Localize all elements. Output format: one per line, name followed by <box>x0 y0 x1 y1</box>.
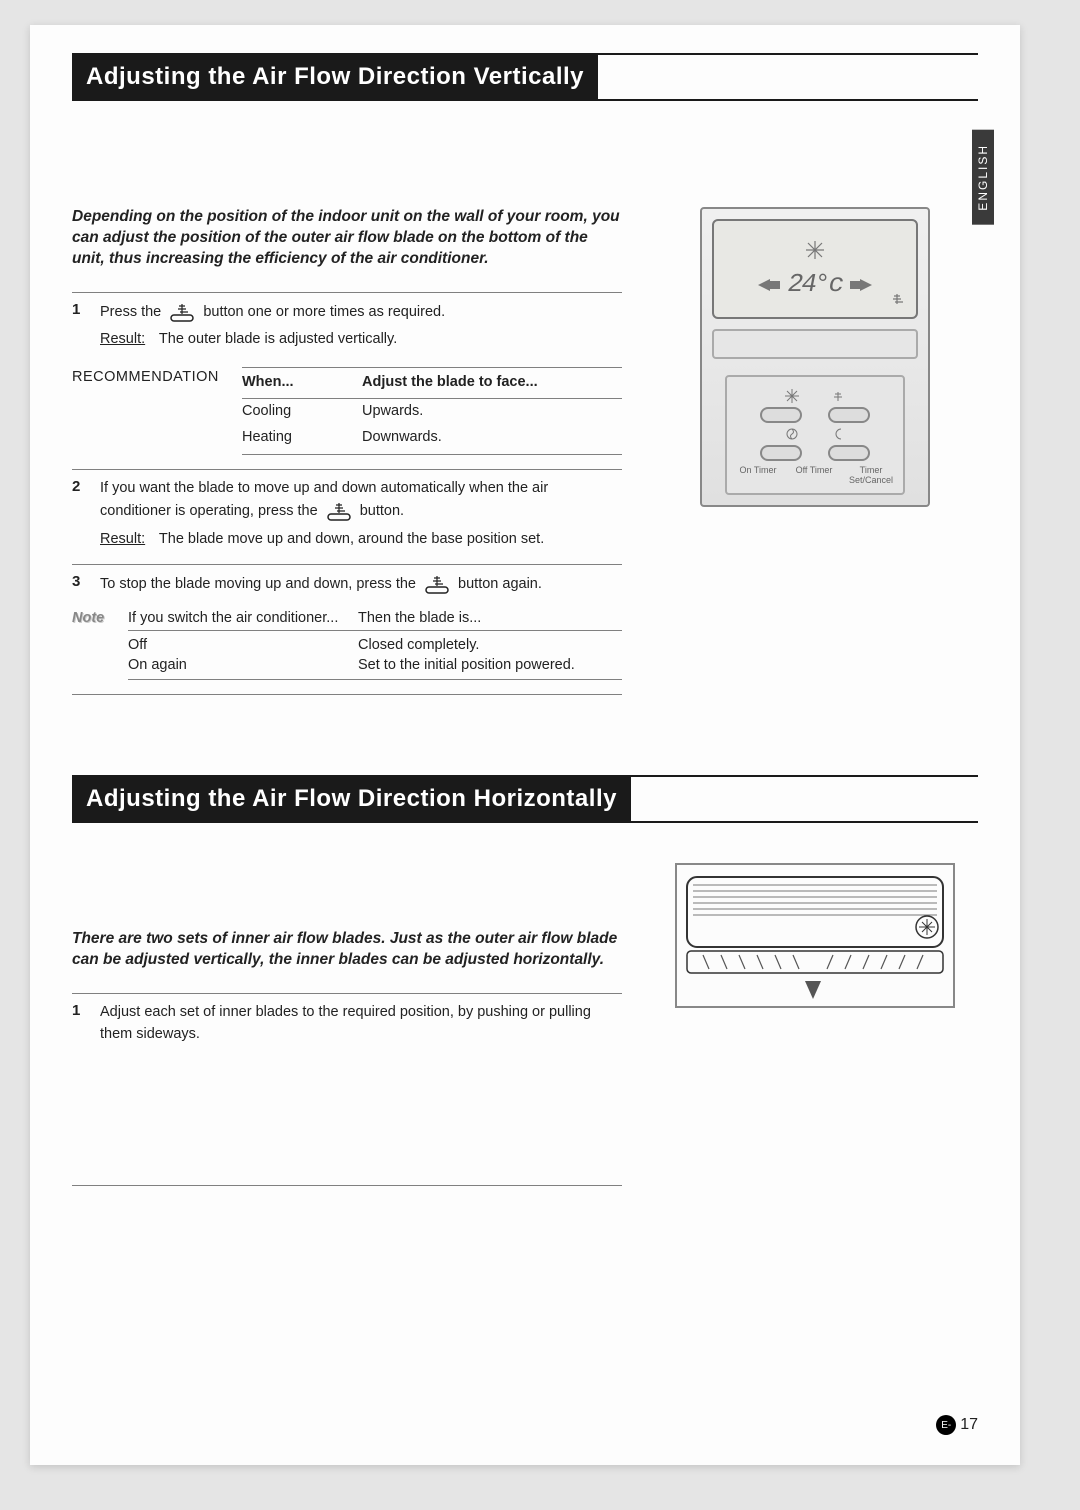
table-row: Off Closed completely. <box>128 635 622 655</box>
section1-intro: Depending on the position of the indoor … <box>72 207 622 270</box>
remote-lcd: 24°c <box>712 219 918 319</box>
step-2: 2 If you want the blade to move up and d… <box>72 469 622 564</box>
note-head-then: Then the blade is... <box>358 610 622 626</box>
note-if-1: On again <box>128 657 358 673</box>
recommendation-table: When... Adjust the blade to face... Cool… <box>242 367 622 455</box>
note-head-if: If you switch the air conditioner... <box>128 610 358 626</box>
note-then-1: Set to the initial position powered. <box>358 657 622 673</box>
step-1-result-text: The outer blade is adjusted vertically. <box>159 331 397 347</box>
step-1: 1 Press the button one or more times as … <box>72 292 622 470</box>
btn-label-0: On Timer <box>737 465 779 485</box>
step-1-text-b: button one or more times as required. <box>203 304 445 320</box>
snowflake-icon <box>805 240 825 265</box>
swing-icon <box>167 301 197 323</box>
remote-illustration: 24°c <box>700 207 930 507</box>
swing-icon <box>324 500 354 522</box>
note-label: Note <box>72 610 116 680</box>
section1-title-row: Adjusting the Air Flow Direction Vertica… <box>72 53 978 101</box>
unit-illustration <box>675 863 955 1008</box>
moon-icon <box>828 427 848 441</box>
table-row: On again Set to the initial position pow… <box>128 655 622 675</box>
arrow-left-icon <box>758 269 780 299</box>
note-table: If you switch the air conditioner... The… <box>128 610 622 680</box>
remote-btn-area-1 <box>712 329 918 359</box>
section1-title: Adjusting the Air Flow Direction Vertica… <box>72 55 598 99</box>
section2-title-row: Adjusting the Air Flow Direction Horizon… <box>72 775 978 823</box>
step-3-text-a: To stop the blade moving up and down, pr… <box>100 576 416 592</box>
section2-step-1: 1 Adjust each set of inner blades to the… <box>72 993 622 1187</box>
snowflake-icon <box>782 389 802 403</box>
s2-step-1-text: Adjust each set of inner blades to the r… <box>100 1004 591 1042</box>
rec-adjust-0: Upwards. <box>362 401 622 423</box>
btn-label-1: Off Timer <box>793 465 835 485</box>
swing-icon <box>422 573 452 595</box>
step-1-text-a: Press the <box>100 304 161 320</box>
swing-icon <box>828 390 848 402</box>
remote-btn <box>760 407 802 423</box>
remote-btn <box>828 407 870 423</box>
step-2-num: 2 <box>72 478 86 495</box>
recommendation-label: RECOMMENDATION <box>72 367 242 455</box>
step-2-result-label: Result: <box>100 531 145 547</box>
s2-step-1-num: 1 <box>72 1002 86 1019</box>
section2-title: Adjusting the Air Flow Direction Horizon… <box>72 777 631 821</box>
remote-temp: 24°c <box>788 269 842 299</box>
rec-when-0: Cooling <box>242 401 362 423</box>
section2-intro: There are two sets of inner air flow bla… <box>72 929 622 971</box>
note-if-0: Off <box>128 637 358 653</box>
arrow-right-icon <box>850 269 872 299</box>
table-row: Heating Downwards. <box>242 425 622 451</box>
table-row: Cooling Upwards. <box>242 399 622 425</box>
page-num-value: 17 <box>960 1416 978 1434</box>
remote-btn <box>760 445 802 461</box>
step-1-num: 1 <box>72 301 86 318</box>
step-2-text-b: button. <box>360 503 404 519</box>
step-1-result-label: Result: <box>100 331 145 347</box>
page-prefix: E- <box>936 1415 956 1435</box>
rec-adjust-1: Downwards. <box>362 427 622 449</box>
rec-when-1: Heating <box>242 427 362 449</box>
step-3-num: 3 <box>72 573 86 590</box>
remote-btn <box>828 445 870 461</box>
step-3-text-b: button again. <box>458 576 542 592</box>
page-number: E- 17 <box>936 1415 978 1435</box>
language-tab: ENGLISH <box>972 130 994 225</box>
remote-btn-area-2: On Timer Off Timer Timer Set/Cancel <box>725 375 905 495</box>
step-3: 3 To stop the blade moving up and down, … <box>72 564 622 695</box>
rec-head-when: When... <box>242 372 362 394</box>
fan-icon <box>782 427 802 441</box>
step-2-result-text: The blade move up and down, around the b… <box>159 531 544 547</box>
swing-icon <box>888 291 906 309</box>
btn-label-2: Timer Set/Cancel <box>849 465 893 485</box>
rec-head-adjust: Adjust the blade to face... <box>362 372 622 394</box>
note-then-0: Closed completely. <box>358 637 622 653</box>
